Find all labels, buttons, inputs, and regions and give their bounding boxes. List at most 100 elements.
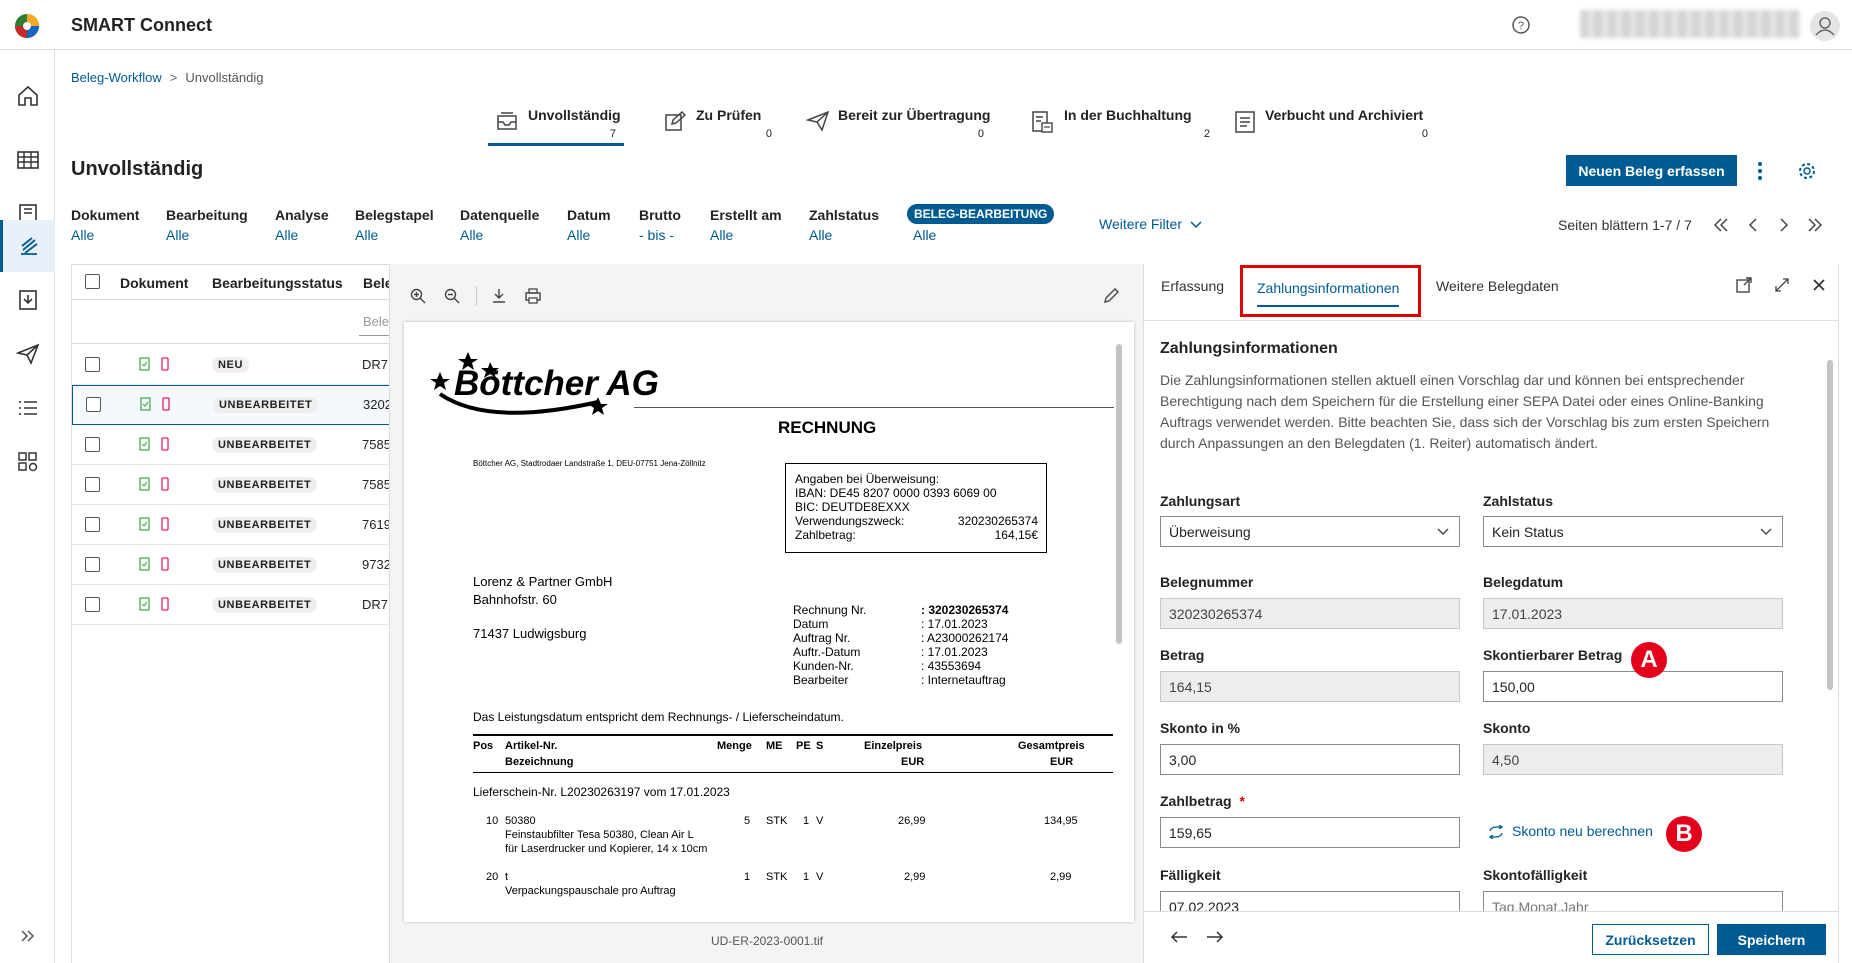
document-scrollbar[interactable] <box>1116 344 1122 644</box>
status-badge: UNBEARBEITET <box>212 517 318 533</box>
reset-button[interactable]: Zurücksetzen <box>1592 924 1709 955</box>
meta-value: : 320230265374 <box>921 603 1009 617</box>
tab-zahlungsinformationen-highlight[interactable]: Zahlungsinformationen <box>1240 265 1421 317</box>
transfer-bic: BIC: DEUTDE8EXXX <box>795 500 910 514</box>
arrow-left-icon[interactable] <box>1170 930 1188 944</box>
column-header-bearbeitungsstatus[interactable]: Bearbeitungsstatus <box>212 275 343 291</box>
status-badge: NEU <box>212 357 250 373</box>
filter-bearbeitung[interactable]: Bearbeitung Alle <box>166 207 248 243</box>
skonto-prozent-input[interactable]: 3,00 <box>1160 744 1460 775</box>
new-document-button[interactable]: Neuen Beleg erfassen <box>1566 155 1737 186</box>
tab-zu-pruefen[interactable]: Zu Prüfen 0 <box>664 104 774 146</box>
more-filters-dropdown[interactable]: Weitere Filter <box>1099 216 1202 232</box>
zahlbetrag-input[interactable]: 159,65 <box>1160 817 1460 848</box>
nav-expand[interactable] <box>0 910 55 962</box>
tab-in-der-buchhaltung[interactable]: In der Buchhaltung 2 <box>1030 104 1210 146</box>
skontierbarer-betrag-input[interactable]: 150,00 <box>1483 671 1783 702</box>
col-s: S <box>816 740 824 752</box>
filter-beleg-bearbeitung[interactable]: BELEG-BEARBEITUNG Alle <box>907 204 1055 243</box>
document-icon <box>139 517 150 531</box>
tab-zahlungsinformationen[interactable]: Zahlungsinformationen <box>1257 280 1400 307</box>
table-row[interactable]: UNBEARBEITET DR7 <box>72 585 390 625</box>
table-row-selected[interactable]: UNBEARBEITET 3202 <box>72 385 392 425</box>
item-ep: 2,99 <box>904 871 926 883</box>
nav-table[interactable] <box>0 134 55 186</box>
filter-analyse[interactable]: Analyse Alle <box>275 207 329 243</box>
avatar[interactable] <box>1810 11 1840 41</box>
meta-value: : 17.01.2023 <box>921 617 988 631</box>
tab-unvollstaendig[interactable]: Unvollständig 7 <box>488 104 624 146</box>
row-checkbox[interactable] <box>85 557 100 572</box>
zahlstatus-select[interactable]: Kein Status <box>1483 516 1783 547</box>
help-icon[interactable]: ? <box>1511 15 1531 35</box>
row-checkbox[interactable] <box>86 397 101 412</box>
filter-zahlstatus[interactable]: Zahlstatus Alle <box>809 207 879 243</box>
row-checkbox[interactable] <box>85 517 100 532</box>
zoom-in-icon[interactable] <box>410 288 426 304</box>
expand-icon[interactable] <box>1774 277 1790 293</box>
company-name: Böttcher AG <box>454 364 659 403</box>
table-row[interactable]: NEU DR7 <box>72 345 390 385</box>
table-row[interactable]: UNBEARBEITET 7619 <box>72 505 391 545</box>
nav-home[interactable] <box>0 70 55 122</box>
table-row[interactable]: UNBEARBEITET 7585 <box>72 425 391 465</box>
chevron-down-icon <box>1190 221 1202 229</box>
document-filename: UD-ER-2023-0001.tif <box>710 934 824 948</box>
gear-icon[interactable] <box>1797 161 1817 181</box>
user-name-blurred[interactable] <box>1580 10 1800 38</box>
nav-settings[interactable] <box>0 436 55 488</box>
skontofaelligkeit-date-input[interactable]: Tag.Monat.Jahr <box>1483 891 1783 911</box>
next-page-icon[interactable] <box>1775 215 1793 235</box>
row-checkbox[interactable] <box>85 477 100 492</box>
filter-belegstapel[interactable]: Belegstapel Alle <box>355 207 434 243</box>
last-page-icon[interactable] <box>1806 215 1824 235</box>
close-icon[interactable] <box>1811 277 1827 293</box>
filter-label: Datenquelle <box>460 207 540 223</box>
print-icon[interactable] <box>524 288 542 304</box>
breadcrumb-root[interactable]: Beleg-Workflow <box>71 70 162 85</box>
label-belegnummer: Belegnummer <box>1160 574 1254 590</box>
detail-panel: Erfassung Zahlungsinformationen Weitere … <box>1143 264 1839 963</box>
table-grid-icon <box>16 148 40 172</box>
tab-label: Zu Prüfen <box>696 107 762 123</box>
pencil-icon[interactable] <box>1103 288 1119 304</box>
nav-import[interactable] <box>0 274 55 326</box>
filter-dokument[interactable]: Dokument Alle <box>71 207 139 243</box>
more-vertical-icon[interactable] <box>1756 160 1764 182</box>
filter-datum[interactable]: Datum Alle <box>567 207 611 243</box>
nav-send[interactable] <box>0 328 55 380</box>
arrow-right-icon[interactable] <box>1206 930 1224 944</box>
document-icon <box>139 557 150 571</box>
zoom-out-icon[interactable] <box>444 288 460 304</box>
tab-weitere-belegdaten[interactable]: Weitere Belegdaten <box>1436 278 1559 294</box>
table-row[interactable]: UNBEARBEITET 7585 <box>72 465 391 505</box>
select-all-checkbox[interactable] <box>85 274 100 289</box>
first-page-icon[interactable] <box>1712 215 1730 235</box>
send-icon <box>806 110 830 132</box>
filter-datenquelle[interactable]: Datenquelle Alle <box>460 207 539 243</box>
tab-verbucht-und-archiviert[interactable]: Verbucht und Archiviert 0 <box>1234 104 1428 146</box>
faelligkeit-date-input[interactable]: 07.02.2023 <box>1160 891 1460 911</box>
recalculate-skonto-link[interactable]: Skonto neu berechnen <box>1488 823 1653 840</box>
open-external-icon[interactable] <box>1735 276 1753 294</box>
prev-page-icon[interactable] <box>1744 215 1762 235</box>
row-checkbox[interactable] <box>85 357 100 372</box>
status-badge: UNBEARBEITET <box>212 477 318 493</box>
beleg-cell: DR7 <box>362 597 389 612</box>
row-checkbox[interactable] <box>85 437 100 452</box>
panel-scrollbar[interactable] <box>1827 360 1833 690</box>
nav-list[interactable] <box>0 382 55 434</box>
download-icon[interactable] <box>491 288 507 304</box>
filter-brutto[interactable]: Brutto - bis - <box>639 207 681 243</box>
tab-erfassung[interactable]: Erfassung <box>1161 278 1224 294</box>
nav-beleg-workflow[interactable] <box>0 220 55 272</box>
row-checkbox[interactable] <box>85 597 100 612</box>
tab-bereit-zur-uebertragung[interactable]: Bereit zur Übertragung 0 <box>806 104 990 146</box>
filter-erstellt-am[interactable]: Erstellt am Alle <box>710 207 782 243</box>
svg-text:?: ? <box>1518 20 1524 32</box>
zahlungsart-select[interactable]: Überweisung <box>1160 516 1460 547</box>
save-button[interactable]: Speichern <box>1717 924 1826 955</box>
table-row[interactable]: UNBEARBEITET 9732 <box>72 545 391 585</box>
column-header-dokument[interactable]: Dokument <box>120 275 188 291</box>
document-page: Böttcher AG RECHNUNG Böttcher AG, Stadtr… <box>404 322 1134 922</box>
